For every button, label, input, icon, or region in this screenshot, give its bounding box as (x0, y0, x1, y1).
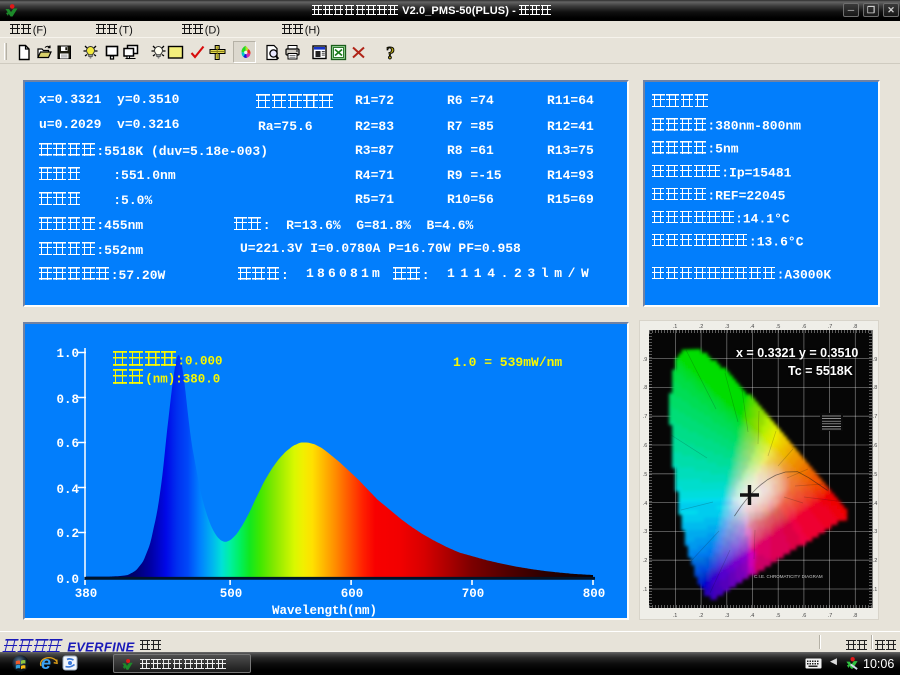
svg-text:.4: .4 (643, 501, 648, 507)
svg-text:C.I.E. CHROMATICITY DIAGRAM: C.I.E. CHROMATICITY DIAGRAM (754, 574, 823, 579)
svg-text:.7: .7 (873, 414, 878, 420)
svg-text:.9: .9 (643, 357, 648, 363)
svg-text:.4: .4 (873, 501, 878, 507)
svg-text:.7: .7 (828, 324, 833, 330)
svg-text:.1: .1 (673, 324, 678, 330)
svg-text:.3: .3 (725, 613, 730, 619)
svg-text:.8: .8 (853, 613, 858, 619)
svg-text:.8: .8 (873, 385, 878, 391)
svg-text:.1: .1 (873, 587, 878, 593)
svg-text:.1: .1 (673, 613, 678, 619)
svg-text:.8: .8 (853, 324, 858, 330)
svg-text:.5: .5 (776, 324, 781, 330)
svg-text:?: ? (386, 44, 395, 61)
svg-text:.3: .3 (873, 529, 878, 535)
svg-text:.3: .3 (725, 324, 730, 330)
svg-text:.2: .2 (873, 558, 878, 564)
svg-text:.7: .7 (828, 613, 833, 619)
svg-text:.6: .6 (802, 613, 807, 619)
svg-text:.7: .7 (643, 414, 648, 420)
svg-text:.4: .4 (750, 613, 755, 619)
svg-text:.5: .5 (643, 472, 648, 478)
svg-text:.2: .2 (699, 613, 704, 619)
svg-text:.5: .5 (776, 613, 781, 619)
svg-text:.2: .2 (643, 558, 648, 564)
svg-text:.6: .6 (873, 443, 878, 449)
svg-text:.4: .4 (750, 324, 755, 330)
svg-text:.5: .5 (873, 472, 878, 478)
svg-text:.6: .6 (643, 443, 648, 449)
svg-text:.9: .9 (873, 357, 878, 363)
svg-text:.3: .3 (643, 529, 648, 535)
svg-text:.6: .6 (802, 324, 807, 330)
svg-text:.1: .1 (643, 587, 648, 593)
svg-text:.2: .2 (699, 324, 704, 330)
svg-text:.8: .8 (643, 385, 648, 391)
